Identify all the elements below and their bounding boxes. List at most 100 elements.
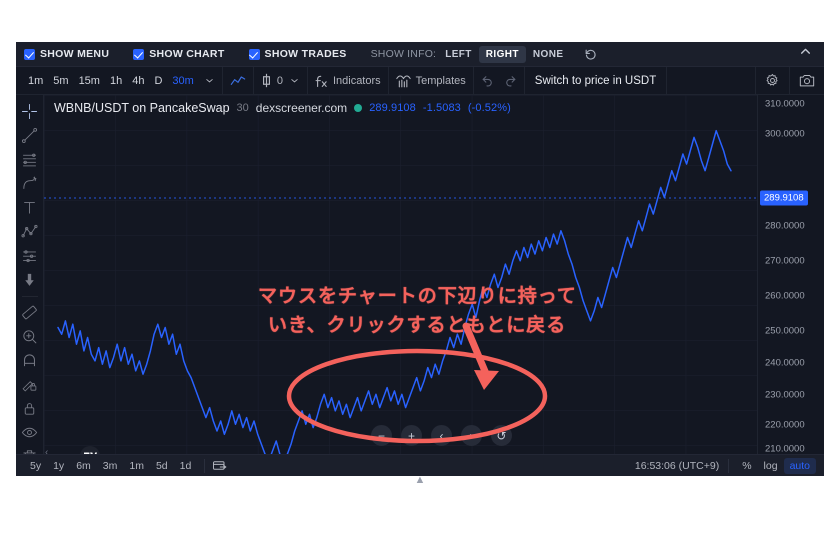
checkbox-show-chart[interactable]: SHOW CHART	[133, 48, 224, 60]
symbol-interval[interactable]: 30	[237, 102, 249, 114]
timeframe-5m[interactable]: 5m	[48, 75, 73, 87]
divider	[204, 458, 206, 473]
timeframe-30m[interactable]: 30m	[167, 75, 198, 87]
drawing-tools-sidebar	[16, 95, 44, 476]
range-3m[interactable]: 3m	[97, 458, 124, 474]
candle-icon	[261, 73, 272, 88]
indicators-label: Indicators	[332, 74, 381, 87]
checkbox-label: SHOW MENU	[40, 48, 110, 60]
price-tick: 270.0000	[765, 255, 805, 267]
price-tick: 300.0000	[765, 128, 805, 140]
price-tick: 260.0000	[765, 290, 805, 302]
horizontal-lines-tool[interactable]	[17, 148, 43, 171]
zoom-in-tool[interactable]	[17, 325, 43, 348]
timeframe-group: 1m 5m 15m 1h 4h D 30m	[16, 67, 223, 94]
reset-chart-button[interactable]: ↺	[491, 425, 512, 446]
undo-redo-group	[474, 67, 525, 94]
checkbox-icon	[248, 48, 260, 60]
show-info-label: SHOW INFO:	[370, 48, 437, 60]
segment-left[interactable]: LEFT	[438, 46, 479, 63]
checkbox-icon	[24, 48, 35, 60]
chart-settings-button[interactable]	[755, 67, 789, 94]
chart-toolbar: 1m 5m 15m 1h 4h D 30m 0 Indicators Templ…	[16, 67, 824, 95]
range-1d[interactable]: 1d	[174, 458, 198, 474]
expand-caret-icon[interactable]: ▲	[415, 474, 426, 486]
timeframe-d[interactable]: D	[149, 75, 167, 87]
symbol-source: dexscreener.com	[255, 101, 348, 115]
price-change-percent: (-0.52%)	[467, 102, 511, 114]
price-tick: 280.0000	[765, 220, 805, 232]
segment-right[interactable]: RIGHT	[478, 45, 526, 63]
forecast-tool[interactable]	[17, 244, 43, 267]
trend-line-tool[interactable]	[17, 124, 43, 147]
price-tick: 240.0000	[765, 357, 805, 369]
drawing-mode-tool[interactable]	[17, 373, 43, 396]
chevron-down-icon[interactable]	[289, 75, 300, 86]
segment-none[interactable]: NONE	[526, 46, 571, 63]
snapshot-button[interactable]	[789, 67, 824, 94]
auto-scale-button[interactable]: auto	[783, 457, 816, 474]
range-6m[interactable]: 6m	[70, 458, 97, 474]
clock-label: 16:53:06 (UTC+9)	[634, 459, 720, 472]
sidebar-divider	[21, 296, 38, 297]
scroll-left-button[interactable]: ‹	[431, 425, 452, 446]
templates-button[interactable]: Templates	[389, 67, 474, 94]
templates-icon	[395, 74, 411, 88]
page-root: SHOW MENU SHOW CHART SHOW TRADES SHOW IN…	[0, 0, 840, 560]
checkbox-label: SHOW TRADES	[264, 48, 347, 60]
scroll-right-button[interactable]: ›	[461, 425, 482, 446]
magnet-tool[interactable]	[17, 349, 43, 372]
text-tool[interactable]	[17, 196, 43, 219]
goto-date-icon[interactable]	[212, 459, 227, 472]
price-line-chart	[44, 95, 757, 476]
price-tick: 310.0000	[765, 98, 805, 110]
hide-drawings-tool[interactable]	[17, 421, 43, 444]
line-chart-icon	[230, 74, 246, 88]
status-bar: 5y 1y 6m 3m 1m 5d 1d 16:53:06 (UTC+9) % …	[16, 454, 824, 476]
tradingview-widget: SHOW MENU SHOW CHART SHOW TRADES SHOW IN…	[16, 42, 824, 476]
chart-canvas[interactable]: WBNB/USDT on PancakeSwap 30 dexscreener.…	[44, 95, 757, 476]
range-1y[interactable]: 1y	[47, 458, 70, 474]
candle-settings-button[interactable]: 0	[254, 67, 308, 94]
fx-icon	[315, 74, 328, 88]
current-price-badge: 289.9108	[760, 190, 808, 206]
zoom-in-button[interactable]: +	[401, 425, 422, 446]
redo-icon[interactable]	[504, 74, 517, 87]
log-scale-button[interactable]: log	[758, 458, 784, 474]
zoom-out-button[interactable]: −	[371, 425, 392, 446]
symbol-name[interactable]: WBNB/USDT on PancakeSwap	[54, 101, 230, 115]
chart-type-button[interactable]	[223, 67, 254, 94]
options-bar: SHOW MENU SHOW CHART SHOW TRADES SHOW IN…	[16, 42, 824, 67]
crosshair-tool[interactable]	[17, 100, 43, 123]
undo-icon[interactable]	[481, 74, 494, 87]
candle-settings-label: 0	[276, 74, 283, 87]
checkbox-label: SHOW CHART	[149, 48, 225, 60]
indicators-button[interactable]: Indicators	[308, 67, 389, 94]
patterns-tool[interactable]	[17, 220, 43, 243]
last-price: 289.9108	[369, 102, 416, 114]
range-5y[interactable]: 5y	[24, 458, 47, 474]
range-5d[interactable]: 5d	[150, 458, 174, 474]
pitchfork-tool[interactable]	[17, 172, 43, 195]
chevron-up-icon[interactable]	[799, 45, 812, 63]
symbol-header: WBNB/USDT on PancakeSwap 30 dexscreener.…	[54, 101, 511, 115]
timeframe-1h[interactable]: 1h	[105, 75, 127, 87]
checkbox-show-trades[interactable]: SHOW TRADES	[248, 48, 347, 60]
arrow-down-tool[interactable]	[17, 268, 43, 291]
templates-label: Templates	[415, 74, 466, 87]
timeframe-4h[interactable]: 4h	[127, 75, 149, 87]
timeframe-1m[interactable]: 1m	[23, 75, 48, 87]
divider	[728, 458, 730, 473]
range-1m[interactable]: 1m	[123, 458, 150, 474]
undo-icon[interactable]	[584, 48, 597, 61]
measure-tool[interactable]	[17, 301, 43, 324]
timeframe-15m[interactable]: 15m	[74, 75, 105, 87]
percent-scale-button[interactable]: %	[736, 458, 757, 474]
price-scale[interactable]: 310.0000 300.0000 289.9108 280.0000 270.…	[757, 95, 824, 476]
lock-drawings-tool[interactable]	[17, 397, 43, 420]
switch-price-currency-button[interactable]: Switch to price in USDT	[525, 67, 668, 94]
gear-icon	[765, 73, 780, 88]
chevron-down-icon[interactable]	[204, 75, 215, 86]
checkbox-icon	[133, 48, 145, 60]
checkbox-show-menu[interactable]: SHOW MENU	[24, 48, 109, 60]
